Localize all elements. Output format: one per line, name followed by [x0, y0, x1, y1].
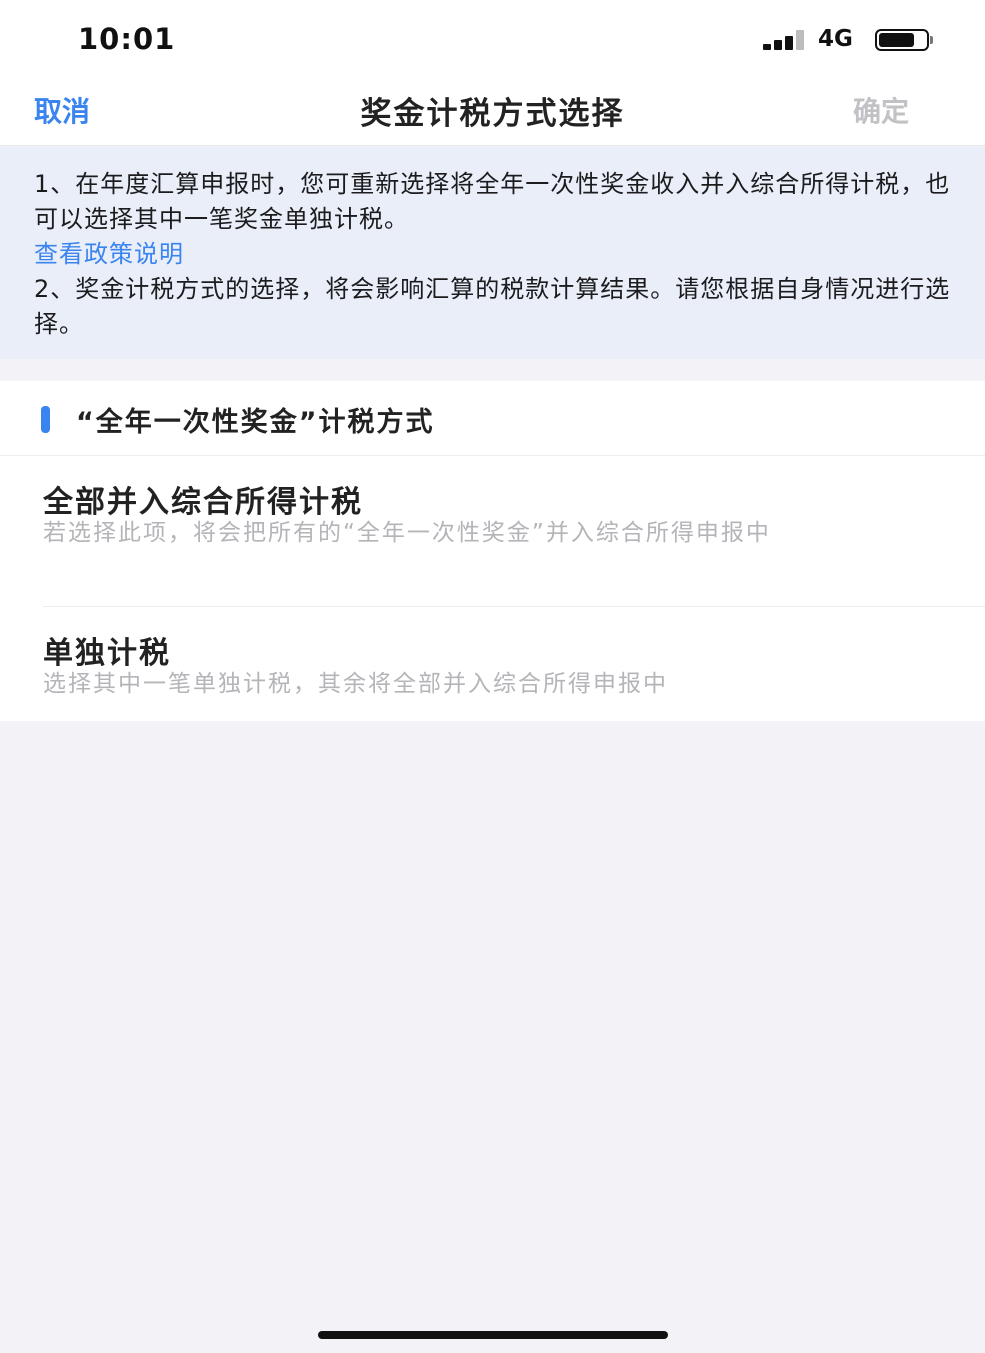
network-type: 4G	[818, 26, 853, 52]
section-header: “全年一次性奖金”计税方式	[0, 381, 985, 456]
status-time: 10:01	[78, 22, 176, 56]
notice-line-1: 1、在年度汇算申报时，您可重新选择将全年一次性奖金收入并入综合所得计税，也可以选…	[34, 170, 951, 233]
page-title: 奖金计税方式选择	[360, 96, 625, 132]
battery-icon	[875, 29, 933, 51]
option-combined-tax[interactable]: 全部并入综合所得计税 若选择此项，将会把所有的“全年一次性奖金”并入综合所得申报…	[0, 457, 985, 607]
option-divider	[43, 606, 985, 607]
screen: 10:01 4G 取消 奖金计税方式选择 确定 1、在年度汇算申报时，您可重新选…	[0, 0, 985, 1353]
notice-panel: 1、在年度汇算申报时，您可重新选择将全年一次性奖金收入并入综合所得计税，也可以选…	[0, 147, 985, 359]
option-description: 若选择此项，将会把所有的“全年一次性奖金”并入综合所得申报中	[43, 520, 771, 546]
section-title: “全年一次性奖金”计税方式	[76, 407, 435, 438]
option-separate-tax[interactable]: 单独计税 选择其中一笔单独计税，其余将全部并入综合所得申报中	[0, 608, 985, 721]
section-marker	[41, 406, 50, 433]
home-indicator[interactable]	[318, 1331, 668, 1339]
policy-link[interactable]: 查看政策说明	[34, 237, 951, 272]
signal-bars-icon	[763, 30, 807, 50]
status-bar: 10:01 4G	[0, 0, 985, 76]
notice-line-2: 2、奖金计税方式的选择，将会影响汇算的税款计算结果。请您根据自身情况进行选择。	[34, 275, 951, 338]
navigation-bar: 取消 奖金计税方式选择 确定	[0, 76, 985, 146]
confirm-button[interactable]: 确定	[853, 90, 909, 130]
tax-method-section: “全年一次性奖金”计税方式 全部并入综合所得计税 若选择此项，将会把所有的“全年…	[0, 381, 985, 721]
option-description: 选择其中一笔单独计税，其余将全部并入综合所得申报中	[43, 671, 668, 697]
